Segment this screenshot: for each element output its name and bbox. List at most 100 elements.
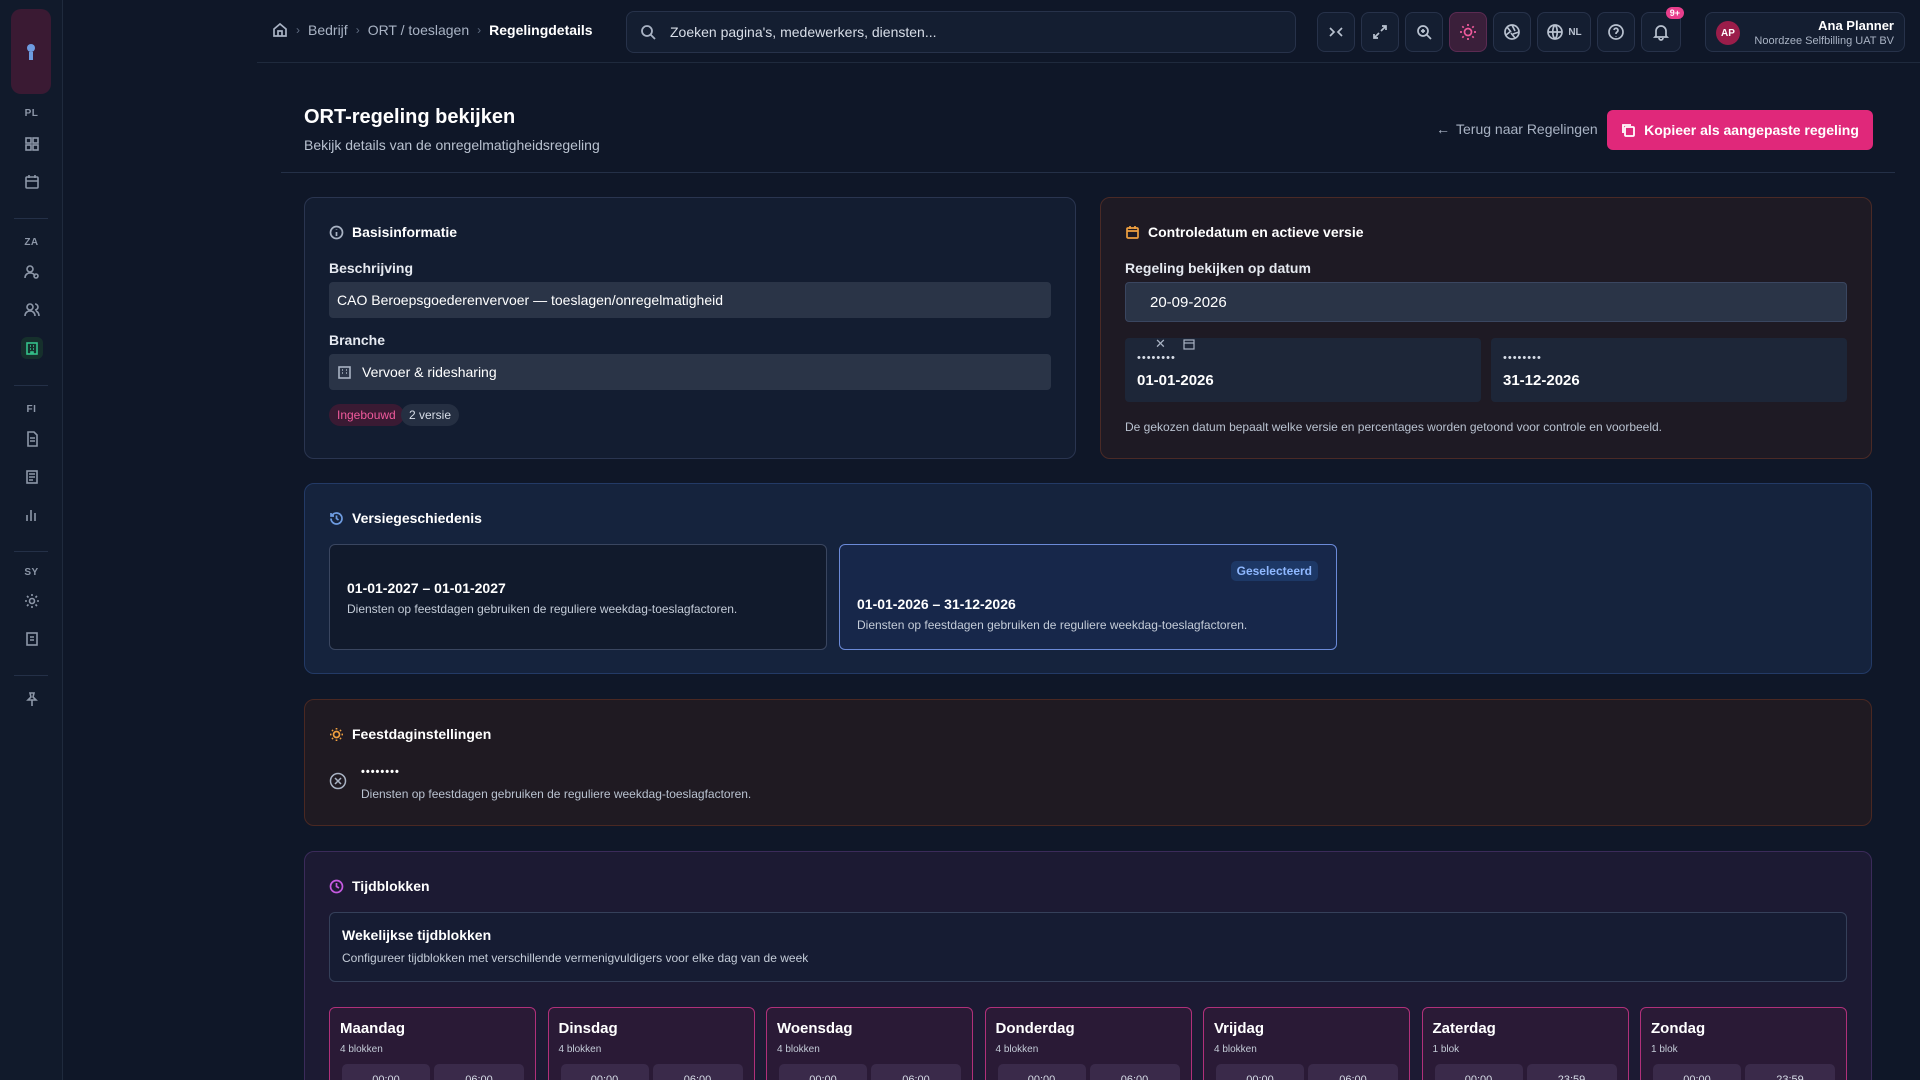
day-block-count: 4 blokken <box>777 1044 820 1055</box>
time-block[interactable]: 00:00 <box>1216 1064 1304 1080</box>
arrow-left-icon: ← <box>1436 121 1450 137</box>
day-block-count: 4 blokken <box>1214 1044 1257 1055</box>
day-card-vrijdag[interactable]: Vrijdag 4 blokken 00:00 06:00 <box>1203 1007 1410 1080</box>
time-block[interactable]: 23:59 <box>1526 1064 1617 1080</box>
time-block[interactable]: 00:00 <box>560 1064 649 1080</box>
close-icon[interactable]: ✕ <box>1155 336 1166 352</box>
invoice-icon[interactable] <box>21 466 43 488</box>
chart-icon[interactable] <box>21 504 43 526</box>
help-button[interactable] <box>1597 12 1635 52</box>
notification-badge: 9+ <box>1665 7 1684 19</box>
day-name: Zaterdag <box>1432 1020 1496 1037</box>
search-icon <box>641 25 656 40</box>
day-card-zondag[interactable]: Zondag 1 blok 00:00 23:59 <box>1640 1007 1847 1080</box>
version-card[interactable]: 01-01-2027 – 01-01-2027 Diensten op fees… <box>329 544 827 650</box>
time-block[interactable]: 00:00 <box>1434 1064 1523 1080</box>
globe-icon <box>1547 24 1564 40</box>
fullscreen-button[interactable] <box>1361 12 1399 52</box>
gear-icon[interactable] <box>21 590 43 612</box>
breadcrumb-bedrijf[interactable]: Bedrijf <box>308 22 348 38</box>
copy-button[interactable]: Kopieer als aangepaste regeling <box>1607 110 1873 150</box>
version-desc: Diensten op feestdagen gebruiken de regu… <box>347 602 738 616</box>
weekly-blocks-box: Wekelijkse tijdblokken Configureer tijdb… <box>329 912 1847 982</box>
collapse-icon <box>1329 27 1343 37</box>
breadcrumb-ort[interactable]: ORT / toeslagen <box>368 22 469 38</box>
start-date: 01-01-2026 <box>1137 372 1214 389</box>
page-subtitle: Bekijk details van de onregelmatigheidsr… <box>304 137 600 153</box>
users-icon[interactable] <box>21 299 43 321</box>
bell-icon <box>1652 25 1670 41</box>
search-bar[interactable] <box>626 11 1296 53</box>
day-card-maandag[interactable]: Maandag 4 blokken 00:00 06:00 <box>329 1007 536 1080</box>
app-logo[interactable] <box>11 9 51 94</box>
end-mask: •••••••• <box>1503 352 1542 364</box>
notifications-button[interactable]: 9+ <box>1641 7 1684 52</box>
day-card-dinsdag[interactable]: Dinsdag 4 blokken 00:00 06:00 <box>547 1007 755 1080</box>
basis-card: Basisinformatie Beschrijving CAO Beroeps… <box>304 197 1076 459</box>
time-block[interactable]: 00:00 <box>1653 1064 1741 1080</box>
avatar: AP <box>1716 21 1740 45</box>
time-block[interactable]: 06:00 <box>434 1064 524 1080</box>
sidebar-divider <box>14 385 48 386</box>
holiday-mask: •••••••• <box>361 766 400 778</box>
day-name: Donderdag <box>995 1020 1075 1037</box>
basis-title: Basisinformatie <box>329 224 457 240</box>
time-block[interactable]: 06:00 <box>1308 1064 1398 1080</box>
document-icon[interactable] <box>21 428 43 450</box>
collapse-button[interactable] <box>1317 12 1355 52</box>
dashboard-icon[interactable] <box>21 133 43 155</box>
basis-title-text: Basisinformatie <box>352 224 458 240</box>
control-title-text: Controledatum en actieve versie <box>1148 224 1364 240</box>
language-code: NL <box>1568 26 1582 38</box>
history-title: Versiegeschiedenis <box>329 510 482 526</box>
time-block[interactable]: 00:00 <box>779 1064 867 1080</box>
day-card-woensdag[interactable]: Woensdag 4 blokken 00:00 06:00 <box>766 1007 973 1080</box>
divider <box>281 172 1895 173</box>
weekly-title: Wekelijkse tijdblokken <box>342 927 492 943</box>
sun-icon <box>330 727 343 741</box>
home-icon[interactable] <box>272 22 288 38</box>
time-block[interactable]: 00:00 <box>342 1064 430 1080</box>
calendar-icon[interactable] <box>21 171 43 193</box>
clock-icon <box>329 879 344 893</box>
zoom-in-icon <box>1417 25 1432 40</box>
blocks-card: Tijdblokken Wekelijkse tijdblokken Confi… <box>304 851 1872 1080</box>
day-card-zaterdag[interactable]: Zaterdag 1 blok 00:00 23:59 <box>1421 1007 1629 1080</box>
day-card-donderdag[interactable]: Donderdag 4 blokken 00:00 06:00 <box>984 1007 1192 1080</box>
theme-toggle[interactable] <box>1449 12 1487 52</box>
building-icon[interactable] <box>21 337 43 359</box>
time-block[interactable]: 23:59 <box>1745 1064 1835 1080</box>
branch-field: Vervoer & ridesharing <box>329 354 1051 390</box>
scroll-icon[interactable] <box>21 628 43 650</box>
x-circle-icon <box>329 772 347 790</box>
pin-icon[interactable] <box>21 688 43 710</box>
day-name: Maandag <box>340 1020 406 1037</box>
user-menu[interactable]: AP Ana Planner Noordzee Selfbilling UAT … <box>1705 12 1905 52</box>
sun-icon <box>1460 24 1476 40</box>
time-block[interactable]: 06:00 <box>652 1064 743 1080</box>
description-label: Beschrijving <box>329 260 414 276</box>
version-end-box: •••••••• 31-12-2026 <box>1491 338 1847 402</box>
page-title: ORT-regeling bekijken <box>304 106 516 128</box>
version-card-selected[interactable]: Geselecteerd 01-01-2026 – 31-12-2026 Die… <box>839 544 1337 650</box>
user-settings-icon[interactable] <box>21 261 43 283</box>
description-value: CAO Beroepsgoederenvervoer — toeslagen/o… <box>337 292 724 308</box>
time-block[interactable]: 06:00 <box>1089 1064 1180 1080</box>
sidebar-section-pl: PL <box>24 108 39 119</box>
day-block-count: 1 blok <box>1651 1044 1678 1055</box>
control-title: Controledatum en actieve versie <box>1125 224 1364 240</box>
zoom-button[interactable] <box>1405 12 1443 52</box>
logo-icon <box>27 43 35 60</box>
day-name: Woensdag <box>777 1020 853 1037</box>
back-link[interactable]: ← Terug naar Regelingen <box>1436 121 1598 137</box>
language-button[interactable]: NL <box>1537 12 1591 52</box>
search-input[interactable] <box>670 24 1270 40</box>
time-block[interactable]: 06:00 <box>871 1064 961 1080</box>
calendar-icon <box>1183 339 1195 350</box>
day-block-count: 4 blokken <box>995 1044 1039 1055</box>
time-block[interactable]: 00:00 <box>997 1064 1086 1080</box>
info-icon <box>329 225 344 239</box>
aperture-button[interactable] <box>1493 12 1531 52</box>
date-input[interactable]: 20-09-2026 <box>1125 282 1847 322</box>
blocks-title: Tijdblokken <box>329 878 430 894</box>
